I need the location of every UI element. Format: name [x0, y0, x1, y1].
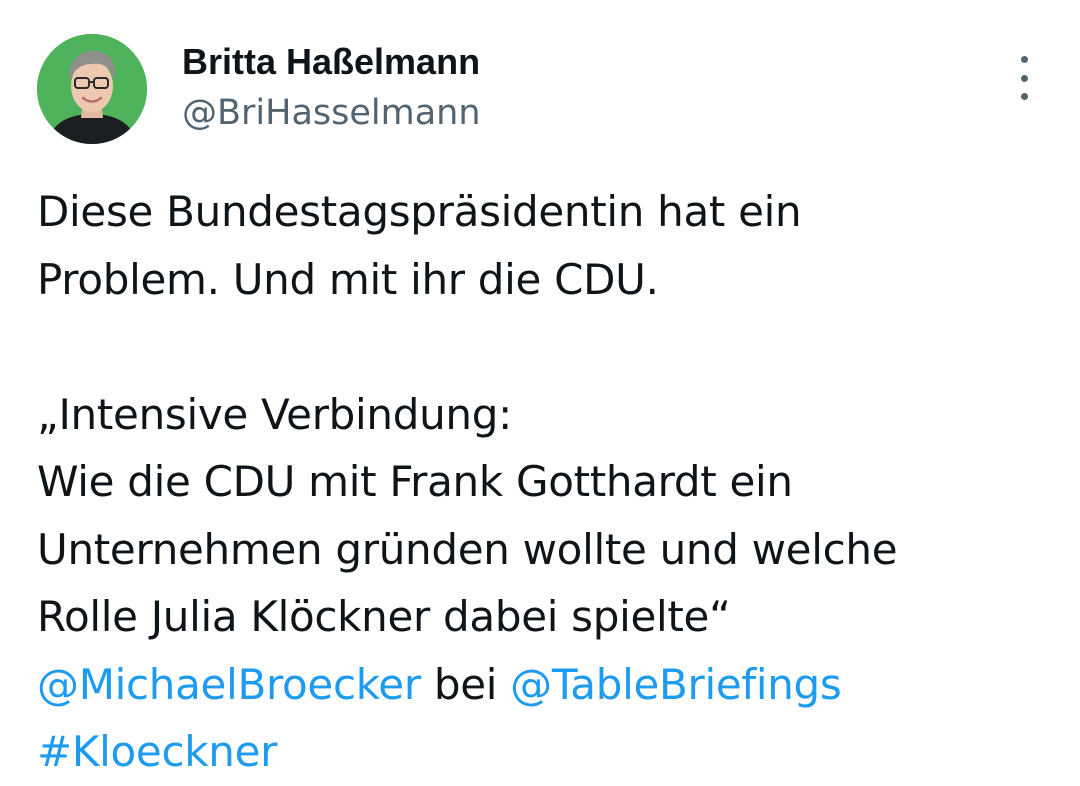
more-dot	[1020, 56, 1028, 63]
tweet-line: Rolle Julia Klöckner dabei spielte“	[37, 592, 731, 641]
more-dot	[1020, 74, 1028, 82]
tweet-line: „Intensive Verbindung:	[37, 389, 512, 439]
hashtag-link-kloeckner[interactable]: #Kloeckner	[37, 727, 277, 776]
more-vertical-icon[interactable]	[1004, 56, 1044, 100]
avatar-portrait-image	[37, 34, 147, 144]
mention-link-tablebriefings[interactable]: @TableBriefings	[510, 660, 842, 709]
author-handle[interactable]: @BriHasselmann	[182, 90, 481, 136]
more-dot	[1020, 93, 1028, 100]
avatar[interactable]	[37, 34, 147, 144]
mention-connector: bei	[420, 659, 511, 709]
tweet-line: Wie die CDU mit Frank Gotthardt ein	[37, 457, 793, 506]
tweet-text: Diese Bundestagspräsidentin hat ein Prob…	[37, 178, 1057, 786]
mention-link-michaelbroecker[interactable]: @MichaelBroecker	[37, 660, 421, 709]
tweet-mentions-line: @MichaelBroecker bei @TableBriefings	[37, 651, 1057, 719]
tweet-line: Diese Bundestagspräsidentin hat ein	[37, 187, 802, 236]
author-name[interactable]: Britta Haßelmann	[182, 38, 480, 86]
tweet-hashtag-line: #Kloeckner	[37, 718, 1057, 786]
tweet: Britta Haßelmann @BriHasselmann Diese Bu…	[0, 0, 1080, 776]
tweet-line: Problem. Und mit ihr die CDU.	[37, 254, 659, 304]
tweet-line: Unternehmen gründen wollte und welche	[37, 524, 898, 574]
